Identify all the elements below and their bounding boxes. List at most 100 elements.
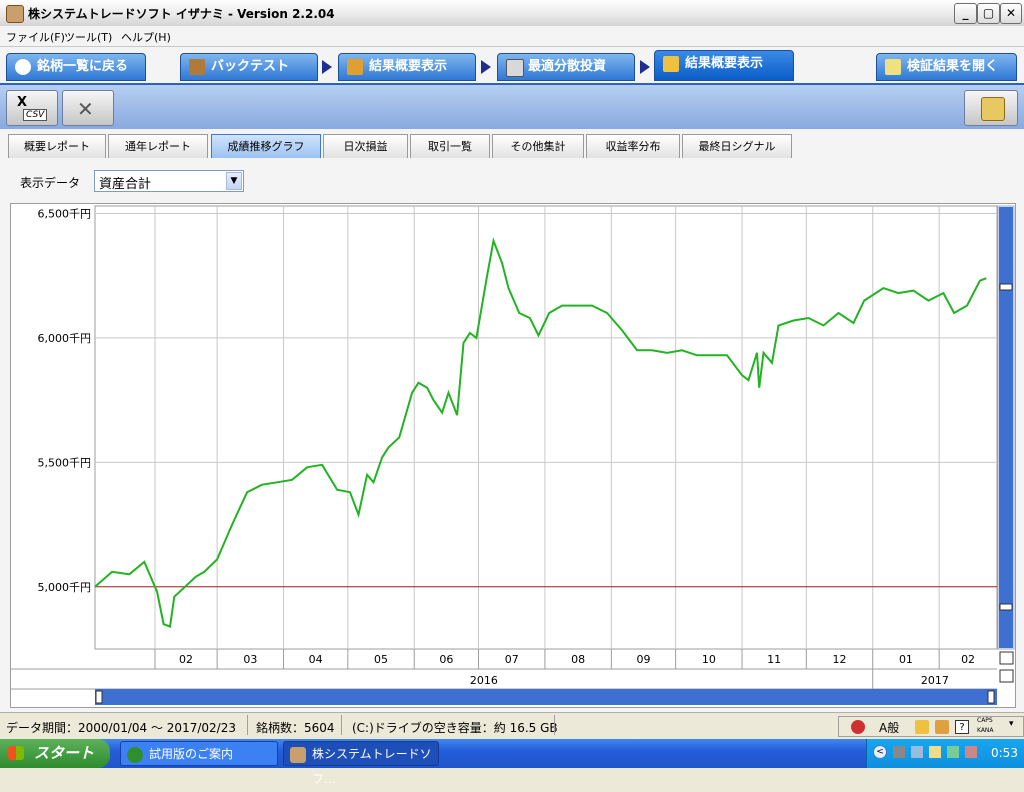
graph-panel: 表示データ 資産合計 ▼ 5,000千円 5,500千円 6,000千円 6,500千…: [0, 159, 1024, 712]
kana-indicator: KANA: [977, 727, 994, 734]
x-month-label: 03: [243, 653, 257, 666]
x-month-label: 01: [899, 653, 913, 666]
system-tray: < 0:53: [866, 739, 1024, 768]
close-button[interactable]: ✕: [1000, 3, 1022, 24]
scroll-top-handle[interactable]: [999, 283, 1013, 291]
x-month-label: 02: [961, 653, 975, 666]
horizontal-scrollbar[interactable]: [95, 689, 997, 705]
back-to-list-tab[interactable]: 銘柄一覧に戻る: [6, 53, 146, 81]
tab-performance-graph[interactable]: 成績推移グラフ: [211, 134, 321, 158]
taskbar-item-trade-software[interactable]: 株システムトレードソフ...: [283, 741, 439, 786]
clock: 0:53: [991, 746, 1018, 760]
tab-other-stats[interactable]: その他集計: [492, 134, 584, 158]
taskbar-item-trial-guide[interactable]: 試用版のご案内: [120, 741, 278, 766]
optimal-diversification-tab[interactable]: 最適分散投資: [497, 53, 635, 81]
tab-return-distribution[interactable]: 収益率分布: [586, 134, 680, 158]
help-icon[interactable]: ?: [955, 720, 969, 734]
minimize-button[interactable]: _: [954, 3, 977, 24]
app-icon: [290, 747, 306, 763]
menu-help[interactable]: ヘルプ(H): [121, 29, 171, 45]
ime-pad-icon[interactable]: [915, 720, 929, 734]
main-tab-bar: 銘柄一覧に戻る バックテスト 結果概要表示 最適分散投資 結果概要表示 検証結果…: [0, 47, 1024, 83]
summary-label-2: 結果概要表示: [685, 56, 764, 71]
display-data-value: 資産合計: [99, 177, 152, 192]
scroll-corner-box-2[interactable]: [999, 669, 1014, 683]
scroll-right-handle[interactable]: [987, 690, 995, 704]
x-year-label: 2016: [470, 674, 498, 687]
chart-frame: 5,000千円 5,500千円 6,000千円 6,500千円 02 03 04 05 06 0…: [10, 203, 1016, 708]
caps-indicator: CAPS: [977, 717, 993, 724]
coins-icon: [347, 59, 363, 75]
scroll-corner-box[interactable]: [999, 651, 1014, 665]
open-results-label: 検証結果を開く: [907, 59, 999, 74]
summary-tab-1[interactable]: 結果概要表示: [338, 53, 476, 81]
calculator-icon: [506, 59, 524, 77]
y-axis: 5,000千円 5,500千円 6,000千円 6,500千円: [38, 207, 92, 593]
status-divider: [554, 715, 555, 735]
tray-security-icon[interactable]: [965, 746, 977, 758]
x-month-label: 12: [833, 653, 847, 666]
display-data-select[interactable]: 資産合計 ▼: [94, 170, 244, 192]
backtest-label: バックテスト: [211, 59, 290, 74]
title-bar: 株システムトレードソフト イザナミ - Version 2.2.04 _ ▢ ✕: [0, 0, 1024, 27]
back-to-list-label: 銘柄一覧に戻る: [37, 59, 129, 74]
optimal-label: 最適分散投資: [528, 59, 607, 74]
money-box-icon: [981, 97, 1005, 121]
x-month-label: 09: [636, 653, 650, 666]
status-divider: [247, 715, 248, 735]
status-divider: [341, 715, 342, 735]
ime-icon[interactable]: [851, 720, 865, 734]
trial-app-icon: [127, 747, 143, 763]
y-tick-label: 6,000千円: [38, 332, 92, 345]
maximize-button[interactable]: ▢: [977, 3, 1000, 24]
arrow-right-icon: [640, 60, 650, 74]
ime-menu-icon[interactable]: ▾: [1009, 719, 1014, 729]
tab-annual-report[interactable]: 通年レポート: [108, 134, 208, 158]
x-month-label: 06: [439, 653, 453, 666]
excel-icon: X: [17, 95, 28, 110]
taskbar-item-label: 試用版のご案内: [149, 747, 234, 761]
ime-mode[interactable]: A般: [879, 719, 899, 736]
menu-file[interactable]: ファイル(F): [6, 29, 65, 45]
export-csv-button[interactable]: X CSV: [6, 90, 58, 126]
tab-daily-pnl[interactable]: 日次損益: [323, 134, 408, 158]
tab-last-day-signal[interactable]: 最終日シグナル: [682, 134, 792, 158]
network-icon[interactable]: [911, 746, 923, 758]
backtest-tab[interactable]: バックテスト: [180, 53, 318, 81]
x-axis: 02 03 04 05 06 07 08 09 10 11 12 01 02 2016 2017: [11, 649, 997, 690]
scroll-bottom-handle[interactable]: [999, 603, 1013, 611]
wrench-icon: ✕: [77, 97, 94, 121]
equity-series-line: [94, 237, 987, 628]
chevron-down-icon[interactable]: ▼: [226, 172, 242, 190]
bar-chart-icon: [663, 56, 679, 72]
equity-chart: 5,000千円5,500千円6,000千円6,500千円 02 03 04 05 06 0…: [11, 205, 1015, 705]
menu-bar: ファイル(F) ツール(T) ヘルプ(H): [0, 26, 1024, 47]
plot-border: [94, 205, 998, 650]
vertical-scroll-range[interactable]: [999, 207, 1013, 648]
start-button[interactable]: スタート: [0, 739, 110, 768]
status-drive-space: (C:)ドライブの空き容量：約 16.5 GB: [352, 721, 558, 735]
taskbar: スタート 試用版のご案内 株システムトレードソフ... < 0:53: [0, 739, 1024, 786]
grid: [94, 205, 998, 650]
y-tick-label: 5,000千円: [38, 581, 92, 594]
display-data-label: 表示データ: [20, 176, 81, 190]
y-tick-label: 5,500千円: [38, 456, 92, 469]
settings-tools-button[interactable]: ✕: [62, 90, 114, 126]
scroll-left-handle[interactable]: [95, 690, 103, 704]
tray-expand-icon[interactable]: <: [873, 745, 887, 759]
tray-monitor-icon[interactable]: [947, 746, 959, 758]
csv-label: CSV: [23, 109, 48, 121]
menu-tools[interactable]: ツール(T): [64, 29, 112, 45]
ime-tools-icon[interactable]: [935, 720, 949, 734]
tab-trade-list[interactable]: 取引一覧: [410, 134, 490, 158]
folder-icon: [885, 59, 901, 75]
tray-app-icon[interactable]: [929, 746, 941, 758]
status-bar: データ期間：2000/01/04 〜 2017/02/23 銘柄数：5604 (…: [0, 712, 1024, 740]
simulation-button[interactable]: [964, 90, 1018, 126]
open-results-tab[interactable]: 検証結果を開く: [876, 53, 1017, 81]
tab-overview-report[interactable]: 概要レポート: [8, 134, 106, 158]
summary-label-1: 結果概要表示: [369, 59, 448, 74]
x-month-label: 04: [309, 653, 323, 666]
volume-icon[interactable]: [893, 746, 905, 758]
summary-tab-2[interactable]: 結果概要表示: [654, 50, 794, 81]
